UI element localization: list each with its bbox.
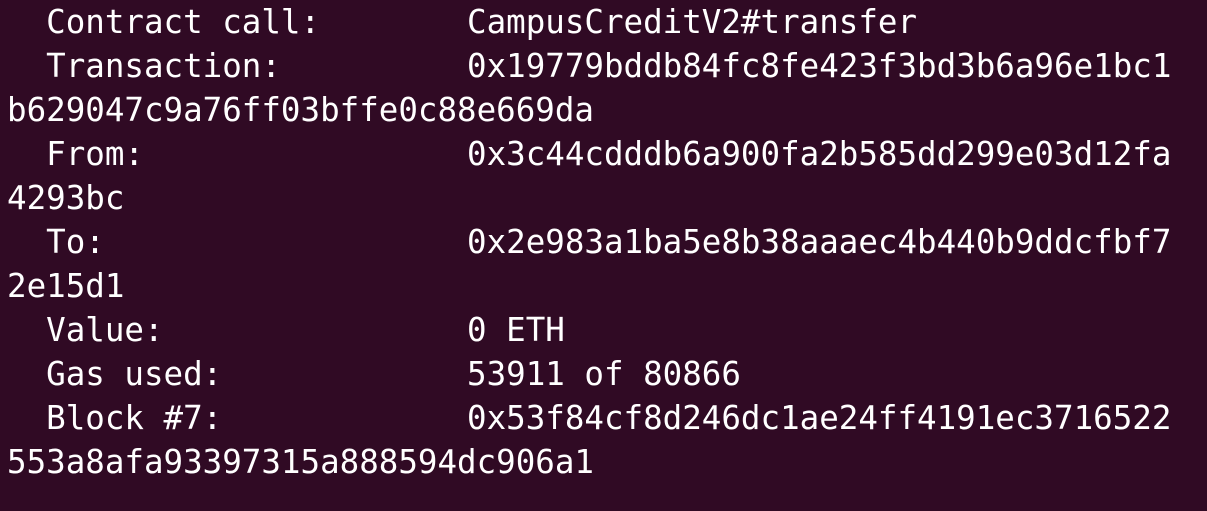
gas-used-row: Gas used: 53911 of 80866 [7, 352, 741, 396]
value-row: Value: 0 ETH [7, 308, 565, 352]
value-label: Value: [7, 311, 164, 349]
to-row: To: 0x2e983a1ba5e8b38aaaec4b440b9ddcfbf7 [7, 220, 1171, 264]
to-address-value: 0x2e983a1ba5e8b38aaaec4b440b9ddcfbf7 [467, 223, 1172, 261]
to-label: To: [7, 223, 105, 261]
from-label: From: [7, 135, 144, 173]
gas-used-label: Gas used: [7, 355, 223, 393]
from-row: From: 0x3c44cdddb6a900fa2b585dd299e03d12f… [7, 132, 1171, 176]
block-hash-continuation: 553a8afa93397315a888594dc906a1 [7, 443, 594, 481]
contract-call-row: Contract call: CampusCreditV2#transfer [7, 0, 917, 44]
block-row: Block #7: 0x53f84cf8d246dc1ae24ff4191ec37… [7, 396, 1171, 440]
to-address-continuation: 2e15d1 [7, 267, 125, 305]
gas-used-value: 53911 of 80866 [467, 355, 741, 393]
from-address-continuation: 4293bc [7, 179, 125, 217]
block-label: Block #7: [7, 399, 223, 437]
transaction-hash-value: 0x19779bddb84fc8fe423f3bd3b6a96e1bc1 [467, 47, 1172, 85]
from-address-value: 0x3c44cdddb6a900fa2b585dd299e03d12fa [467, 135, 1172, 173]
value-amount: 0 ETH [467, 311, 565, 349]
transaction-row: Transaction: 0x19779bddb84fc8fe423f3bd3b6… [7, 44, 1171, 88]
transaction-hash-continuation: b629047c9a76ff03bffe0c88e669da [7, 91, 594, 129]
terminal-window[interactable]: Contract call: CampusCreditV2#transfer Tr… [0, 0, 1207, 511]
block-hash-value: 0x53f84cf8d246dc1ae24ff4191ec3716522 [467, 399, 1172, 437]
contract-call-value: CampusCreditV2#transfer [467, 3, 918, 41]
contract-call-label: Contract call: [7, 3, 321, 41]
transaction-label: Transaction: [7, 47, 281, 85]
